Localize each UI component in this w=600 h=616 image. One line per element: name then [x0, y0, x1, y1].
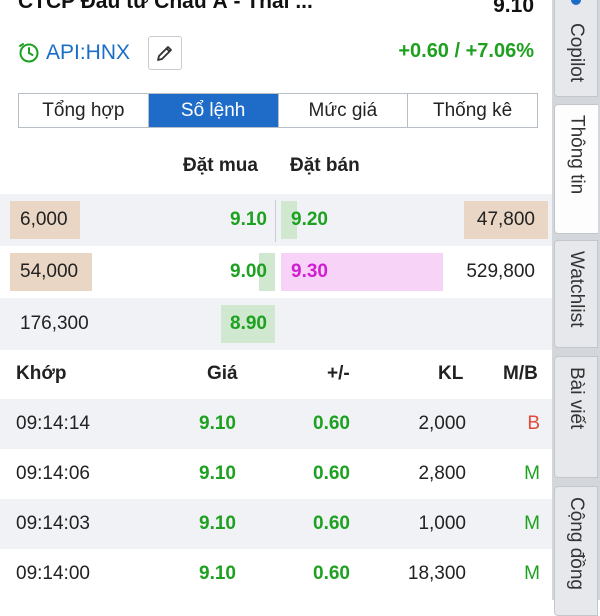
- side-tab-copilot-label: Copilot: [566, 23, 587, 83]
- bid-volume: 6,000: [20, 209, 68, 230]
- trade-price: 9.10: [199, 513, 236, 534]
- trade-side: B: [527, 413, 540, 434]
- orderbook-row: 176,300 8.90: [0, 298, 552, 350]
- orderbook-row: 6,000 9.10 9.20 47,800: [0, 194, 552, 246]
- trade-row: 09:14:03 9.10 0.60 1,000 M: [0, 499, 552, 549]
- company-name: CTCP Đầu tư Châu Á - Thái ...: [18, 0, 313, 13]
- trade-row: 09:14:00 9.10 0.60 18,300 M: [0, 549, 552, 599]
- side-tab-cong-dong-label: Cộng đồng: [566, 497, 587, 590]
- side-tab-copilot[interactable]: Copilot: [554, 0, 598, 97]
- bid-volume: 176,300: [20, 313, 89, 334]
- exchange-row: API:HNX: [18, 36, 183, 70]
- bid-price[interactable]: 9.00: [230, 246, 267, 298]
- trade-volume-header: KL: [438, 363, 464, 384]
- trade-side: M: [524, 463, 540, 484]
- side-tab-watchlist-label: Watchlist: [566, 251, 587, 328]
- current-price: 9.10: [493, 0, 534, 17]
- tab-thong-ke[interactable]: Thống kê: [408, 94, 537, 127]
- exchange-label[interactable]: API:HNX: [46, 41, 130, 65]
- tab-muc-gia[interactable]: Mức giá: [278, 94, 409, 127]
- tab-tong-hop[interactable]: Tổng hợp: [19, 94, 149, 127]
- copilot-icon: [571, 0, 581, 5]
- pencil-icon: [157, 46, 172, 61]
- trade-volume: 18,300: [407, 563, 466, 584]
- trade-change-header: +/-: [327, 363, 350, 384]
- bid-price[interactable]: 9.10: [230, 194, 267, 246]
- side-tab-watchlist[interactable]: Watchlist: [554, 240, 598, 348]
- side-tab-bai-viet-label: Bài viết: [566, 367, 587, 430]
- trade-time: 09:14:06: [16, 463, 90, 484]
- trade-change: 0.60: [313, 463, 350, 484]
- side-tab-bai-viet[interactable]: Bài viết: [554, 356, 598, 478]
- trade-row: 09:14:06 9.10 0.60 2,800 M: [0, 449, 552, 499]
- trade-time: 09:14:00: [16, 563, 90, 584]
- detail-tabs: Tổng hợp Sổ lệnh Mức giá Thống kê: [18, 93, 538, 128]
- orderbook-row: 54,000 9.00 9.30 529,800: [0, 246, 552, 298]
- ask-volume: 529,800: [466, 261, 535, 282]
- trade-price: 9.10: [199, 413, 236, 434]
- trade-side: M: [524, 563, 540, 584]
- side-rail: Copilot Thông tin Watchlist Bài viết Cộn…: [552, 0, 600, 616]
- bid-volume: 54,000: [20, 261, 79, 282]
- trade-side-header: M/B: [503, 363, 538, 384]
- trade-price: 9.10: [199, 563, 236, 584]
- ask-volume: 47,800: [476, 209, 535, 230]
- trade-row: 09:14:14 9.10 0.60 2,000 B: [0, 399, 552, 449]
- edit-button[interactable]: [148, 36, 183, 70]
- trade-volume: 2,000: [418, 413, 466, 434]
- bid-header: Đặt mua: [183, 155, 258, 176]
- side-tab-cong-dong[interactable]: Cộng đồng: [554, 486, 598, 616]
- side-tab-thong-tin[interactable]: Thông tin: [554, 104, 598, 234]
- book-divider: [275, 200, 276, 242]
- ask-price[interactable]: 9.20: [291, 194, 328, 246]
- trade-change: 0.60: [313, 563, 350, 584]
- trade-side: M: [524, 513, 540, 534]
- trade-time: 09:14:14: [16, 413, 90, 434]
- side-tab-thong-tin-label: Thông tin: [566, 115, 588, 195]
- ask-price[interactable]: 9.30: [291, 246, 328, 298]
- bid-price[interactable]: 8.90: [230, 298, 267, 350]
- trade-price: 9.10: [199, 463, 236, 484]
- trade-time: 09:14:03: [16, 513, 90, 534]
- trade-price-header: Giá: [207, 363, 238, 384]
- ask-header: Đặt bán: [290, 155, 360, 176]
- trade-volume: 1,000: [418, 513, 466, 534]
- trade-time-header: Khớp: [16, 363, 67, 384]
- trade-volume: 2,800: [418, 463, 466, 484]
- stock-detail-panel: CTCP Đầu tư Châu Á - Thái ... 9.10 API:H…: [0, 0, 552, 600]
- price-change: +0.60 / +7.06%: [398, 40, 534, 62]
- tab-so-lenh[interactable]: Sổ lệnh: [148, 94, 279, 127]
- trade-change: 0.60: [313, 413, 350, 434]
- trade-change: 0.60: [313, 513, 350, 534]
- clock-icon: [19, 43, 39, 63]
